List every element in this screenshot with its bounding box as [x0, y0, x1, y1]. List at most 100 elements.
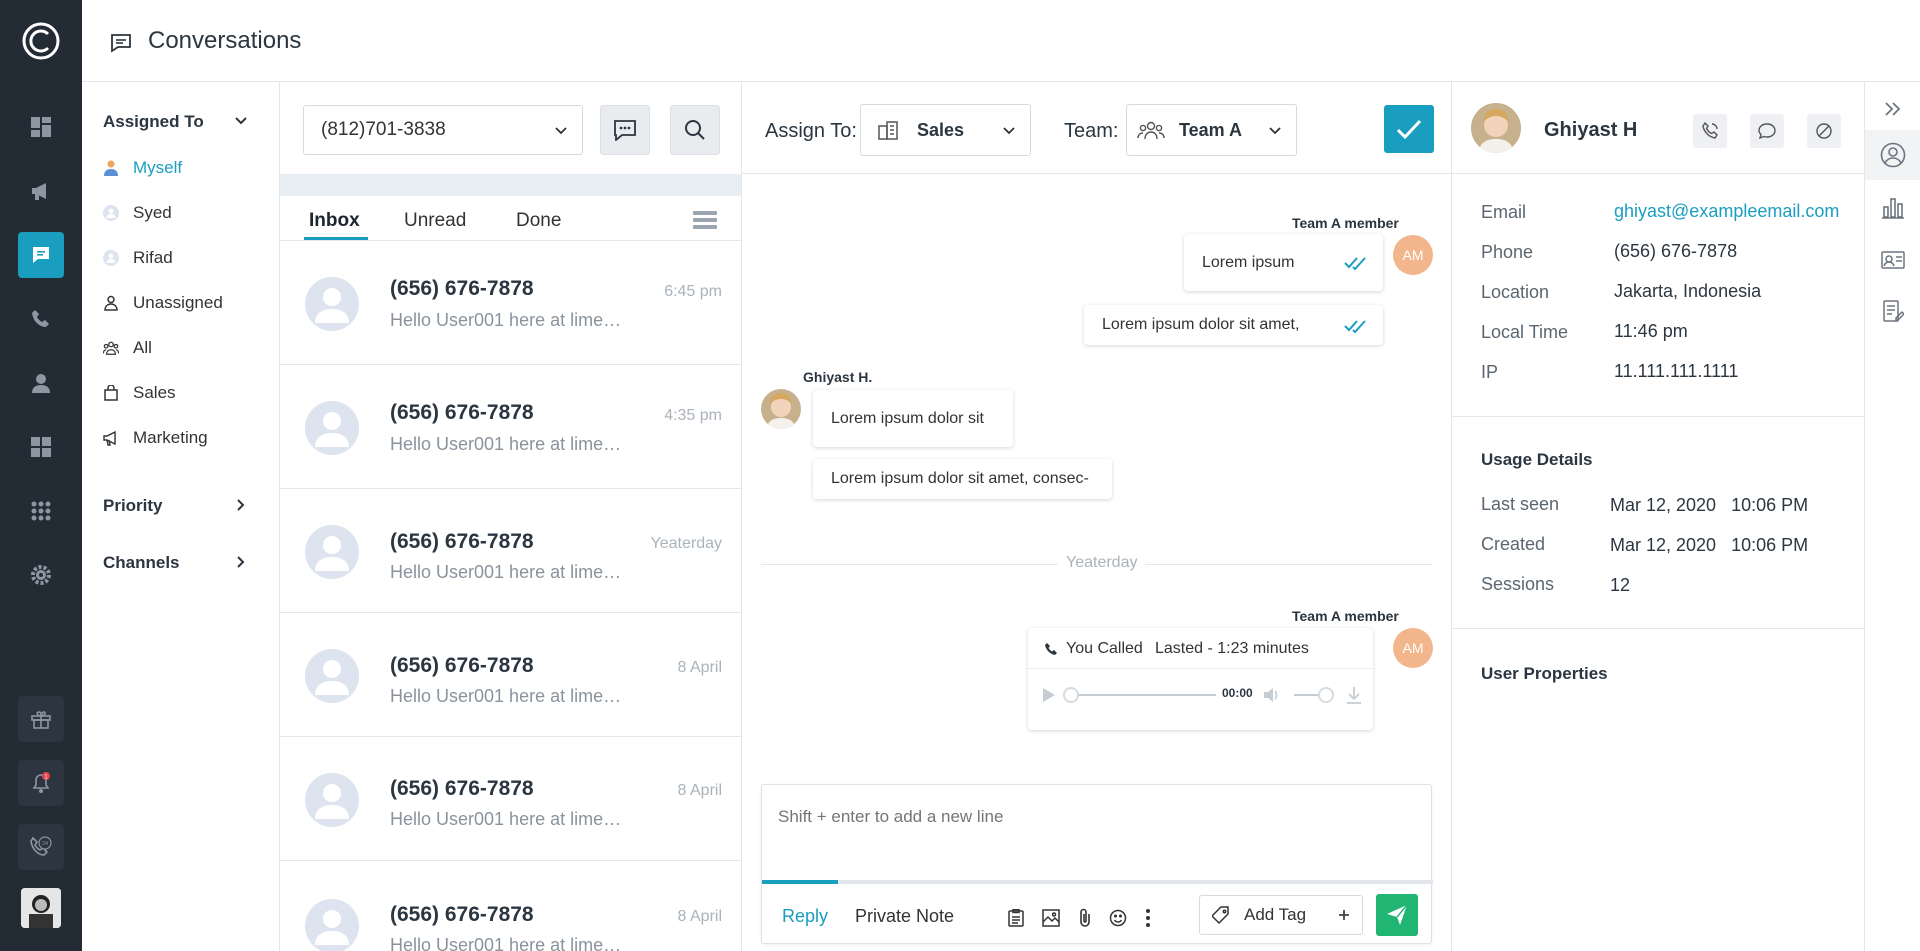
tab-reply[interactable]: Reply	[782, 906, 828, 927]
contact-avatar	[305, 401, 359, 455]
user-card-icon[interactable]	[1879, 246, 1907, 274]
download-icon[interactable]	[1346, 686, 1362, 704]
tab-unread[interactable]: Unread	[404, 210, 466, 232]
email-label: Email	[1481, 202, 1527, 222]
email-link[interactable]: ghiyast@exampleemail.com	[1614, 201, 1839, 222]
tab-inbox[interactable]: Inbox	[309, 210, 360, 232]
volume-icon[interactable]	[1263, 687, 1281, 703]
phone-icon[interactable]	[18, 296, 64, 342]
section-divider	[1452, 416, 1865, 417]
message-bubble: Lorem ipsum	[1184, 234, 1383, 291]
conversation-row[interactable]: (656) 676-7878 8 April Hello User001 her…	[280, 737, 741, 861]
template-icon[interactable]	[1005, 907, 1027, 929]
conversation-preview: Hello User001 here at limecall.com	[390, 809, 630, 829]
play-icon[interactable]	[1042, 687, 1056, 703]
phone-24-icon[interactable]: 24	[18, 824, 64, 870]
more-vertical-icon[interactable]	[1137, 907, 1159, 929]
dashboard-icon[interactable]	[18, 104, 64, 150]
notes-icon[interactable]	[1879, 298, 1907, 326]
agent-avatar-icon	[103, 250, 119, 266]
conversation-preview: Hello User001 here at limecall.com	[390, 434, 630, 454]
filter-marketing[interactable]: Marketing	[103, 426, 208, 450]
attachment-icon[interactable]	[1074, 907, 1096, 929]
analytics-icon[interactable]	[1879, 194, 1907, 222]
settings-icon[interactable]	[18, 552, 64, 598]
audio-progress-track[interactable]	[1068, 694, 1216, 696]
conversation-time: 4:35 pm	[664, 407, 722, 424]
chat-panel: Assign To: Sales Team: Team A Team A mem…	[742, 82, 1451, 951]
conversation-row[interactable]: (656) 676-7878 6:45 pm Hello User001 her…	[280, 241, 741, 365]
phone-number-select[interactable]: (812)701-3838	[303, 105, 583, 155]
tab-private-note[interactable]: Private Note	[855, 906, 954, 927]
team-select[interactable]: Team A	[1126, 104, 1297, 156]
block-contact-button[interactable]	[1807, 114, 1841, 148]
add-tag-button[interactable]: Add Tag	[1199, 895, 1363, 935]
menu-icon[interactable]	[693, 210, 717, 230]
building-icon	[877, 120, 899, 140]
emoji-icon[interactable]	[1107, 907, 1129, 929]
filter-label: Syed	[133, 203, 172, 222]
filter-all[interactable]: All	[103, 336, 152, 360]
day-divider-label: Yeaterday	[1058, 554, 1146, 572]
created-label: Created	[1481, 534, 1546, 554]
priority-toggle[interactable]: Priority	[103, 496, 248, 516]
usage-details-title: Usage Details	[1481, 450, 1593, 469]
conversation-list: (812)701-3838 Inbox Unread Done (656) 67…	[280, 82, 742, 951]
conversation-time: 8 April	[677, 782, 722, 799]
block-icon	[1815, 122, 1833, 140]
call-contact-button[interactable]	[1693, 114, 1727, 148]
search-button[interactable]	[670, 105, 720, 155]
local-time-value: 11:46 pm	[1614, 321, 1688, 341]
conversation-time: Yeaterday	[650, 535, 722, 552]
send-icon	[1386, 904, 1408, 926]
conversation-preview: Hello User001 here at limecall.com	[390, 686, 630, 706]
image-icon[interactable]	[1040, 907, 1062, 929]
conversation-name: (656) 676-7878	[390, 401, 534, 424]
message-input[interactable]	[778, 807, 1398, 827]
logo-icon[interactable]	[18, 18, 64, 64]
chevron-down-icon	[234, 114, 248, 128]
chat-icon[interactable]	[18, 232, 64, 278]
conversation-row[interactable]: (656) 676-7878 Yeaterday Hello User001 h…	[280, 489, 741, 613]
channels-toggle[interactable]: Channels	[103, 553, 248, 573]
assign-value: Sales	[917, 119, 965, 140]
shopping-bag-icon	[103, 385, 119, 401]
filter-rifad[interactable]: Rifad	[103, 246, 173, 270]
audio-scrubber[interactable]	[1063, 687, 1079, 703]
user-icon[interactable]	[18, 360, 64, 406]
filter-unassigned[interactable]: Unassigned	[103, 291, 223, 315]
chevron-down-icon	[1002, 124, 1016, 138]
phone-icon	[1044, 642, 1058, 656]
conversation-row[interactable]: (656) 676-7878 8 April Hello User001 her…	[280, 861, 741, 951]
widgets-icon[interactable]	[18, 424, 64, 470]
apps-icon[interactable]	[18, 488, 64, 534]
assigned-to-toggle[interactable]: Assigned To	[103, 112, 248, 132]
section-divider	[1452, 628, 1865, 629]
megaphone-icon[interactable]	[18, 168, 64, 214]
profile-icon[interactable]	[1879, 141, 1907, 169]
gift-icon[interactable]	[18, 696, 64, 742]
phone-value: (656) 676-7878	[1614, 241, 1738, 261]
filter-myself[interactable]: Myself	[103, 156, 182, 180]
assign-select[interactable]: Sales	[860, 104, 1031, 156]
new-message-button[interactable]	[600, 105, 650, 155]
filter-syed[interactable]: Syed	[103, 201, 172, 225]
mark-done-button[interactable]	[1384, 105, 1434, 153]
contact-photo	[1471, 103, 1521, 153]
conversation-row[interactable]: (656) 676-7878 8 April Hello User001 her…	[280, 613, 741, 737]
collapse-panel-icon[interactable]	[1879, 95, 1907, 123]
message-bubble: Lorem ipsum dolor sit amet, consec-	[813, 459, 1112, 499]
call-divider	[1028, 668, 1373, 669]
send-button[interactable]	[1376, 894, 1418, 936]
chat-toolbar: Assign To: Sales Team: Team A	[742, 82, 1451, 174]
message-contact-button[interactable]	[1750, 114, 1784, 148]
volume-knob[interactable]	[1318, 687, 1334, 703]
phone-badge: 24	[42, 841, 48, 847]
bell-icon[interactable]: 1	[18, 760, 64, 806]
tab-done[interactable]: Done	[516, 210, 561, 232]
conversation-row[interactable]: (656) 676-7878 4:35 pm Hello User001 her…	[280, 365, 741, 489]
profile-avatar[interactable]	[21, 888, 61, 928]
filter-sales[interactable]: Sales	[103, 381, 176, 405]
phone-label: Phone	[1481, 242, 1534, 262]
phone-number-value: (812)701-3838	[321, 119, 446, 140]
